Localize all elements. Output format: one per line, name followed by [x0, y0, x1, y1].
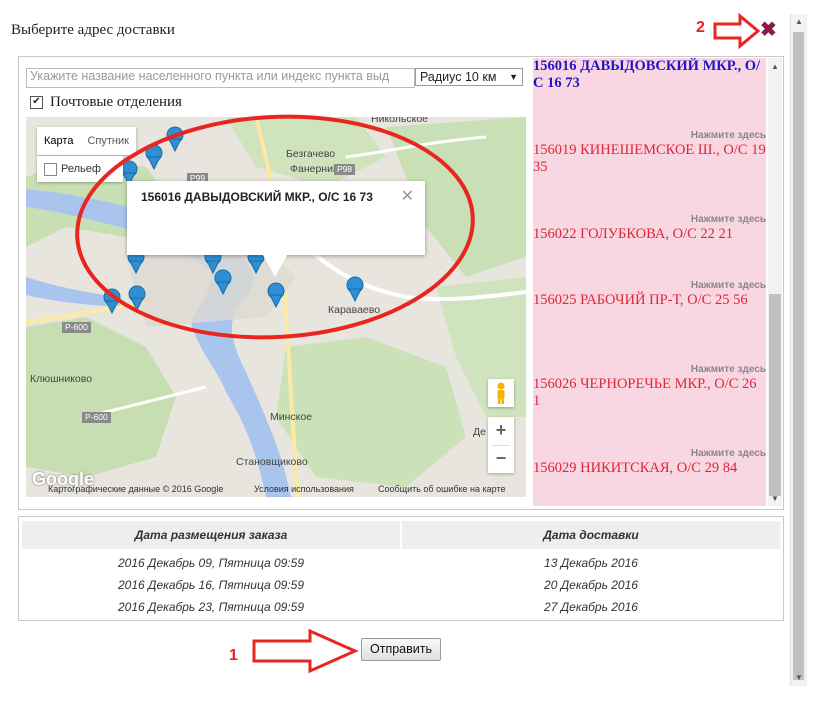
scroll-down-arrow-icon[interactable]: ▼ [771, 494, 779, 503]
page-scrollbar-thumb[interactable] [793, 32, 804, 680]
map-marker-icon [103, 288, 121, 315]
relief-checkbox[interactable] [44, 163, 57, 176]
zoom-control: + − [488, 417, 514, 473]
scroll-up-arrow-icon[interactable]: ▲ [771, 62, 779, 71]
address-item[interactable]: 156025 РАБОЧИЙ ПР-Т, О/С 25 56 [533, 292, 766, 309]
postal-offices-label: Почтовые отделения [50, 94, 182, 110]
annotation-arrow-icon [252, 628, 359, 674]
address-item[interactable]: 156029 НИКИТСКАЯ, О/С 29 84 [533, 460, 766, 477]
relief-label: Рельеф [61, 163, 101, 175]
street-view-pegman-icon[interactable] [488, 379, 514, 407]
address-hint[interactable]: Нажмите здесь [691, 448, 766, 459]
report-error-link[interactable]: Сообщить об ошибке на карте [378, 484, 505, 494]
address-list-scrollbar-thumb[interactable] [769, 294, 781, 496]
map-marker-icon [128, 285, 146, 312]
attribution-text: Картографические данные © 2016 Google [48, 484, 224, 494]
table-cell: 20 Декабрь 2016 [544, 578, 638, 592]
address-item-selected[interactable]: 156016 ДАВЫДОВСКИЙ МКР., О/С 16 73 [533, 58, 766, 92]
tab-map[interactable]: Карта [37, 127, 80, 155]
address-item[interactable]: 156026 ЧЕРНОРЕЧЬЕ МКР., О/С 26 1 [533, 376, 766, 410]
search-input[interactable]: Укажите название населенного пункта или … [26, 68, 415, 88]
address-item[interactable]: 156019 КИНЕШЕМСКОЕ Ш., О/С 19 35 [533, 142, 766, 176]
scroll-up-arrow-icon[interactable]: ▲ [795, 18, 803, 26]
table-cell: 27 Декабрь 2016 [544, 600, 638, 614]
pegman-icon [497, 382, 505, 404]
map-marker-icon [346, 276, 364, 303]
close-icon[interactable]: ✖ [760, 20, 777, 40]
tab-satellite[interactable]: Спутник [80, 127, 135, 155]
table-header: Дата размещения заказа [22, 521, 400, 549]
submit-button[interactable]: Отправить [361, 638, 441, 661]
chevron-down-icon: ▼ [509, 72, 518, 82]
address-hint[interactable]: Нажмите здесь [691, 280, 766, 291]
address-hint[interactable]: Нажмите здесь [691, 214, 766, 225]
zoom-in-button[interactable]: + [488, 417, 514, 445]
annotation-number: 1 [229, 647, 238, 664]
infowindow-text: 156016 ДАВЫДОВСКИЙ МКР., О/С 16 73 [141, 190, 373, 204]
page-scrollbar[interactable]: ▲ ▼ [790, 14, 807, 686]
annotation-number: 2 [696, 19, 705, 36]
table-cell: 2016 Декабрь 16, Пятница 09:59 [118, 578, 304, 592]
table-header: Дата доставки [402, 521, 780, 549]
map-type-control: Карта Спутник [37, 127, 136, 155]
address-hint[interactable]: Нажмите здесь [691, 364, 766, 375]
infowindow-tail [263, 255, 287, 277]
relief-toggle[interactable]: Рельеф [37, 156, 123, 182]
infowindow-close-icon[interactable]: ✕ [401, 186, 414, 206]
postal-offices-checkbox[interactable]: ✔ [30, 96, 43, 109]
map-view[interactable]: Никольское Безгачево Фанерник Караваево … [26, 117, 526, 497]
map-infowindow: 156016 ДАВЫДОВСКИЙ МКР., О/С 16 73 ✕ [127, 181, 425, 255]
address-hint[interactable]: Нажмите здесь [691, 130, 766, 141]
map-attribution: Картографические данные © 2016 Google Ус… [26, 481, 526, 497]
table-cell: 13 Декабрь 2016 [544, 556, 638, 570]
table-cell: 2016 Декабрь 23, Пятница 09:59 [118, 600, 304, 614]
map-marker-icon [214, 269, 232, 296]
map-marker-icon [166, 126, 184, 153]
radius-select[interactable]: Радиус 10 км ▼ [415, 68, 523, 86]
annotation-arrow-icon [713, 12, 761, 50]
address-item[interactable]: 156022 ГОЛУБКОВА, О/С 22 21 [533, 226, 766, 243]
table-cell: 2016 Декабрь 09, Пятница 09:59 [118, 556, 304, 570]
map-marker-icon [145, 144, 163, 171]
zoom-out-button[interactable]: − [488, 445, 514, 473]
map-marker-icon [267, 282, 285, 309]
address-list-scrollbar[interactable]: ▲ ▼ [768, 58, 782, 506]
terms-link[interactable]: Условия использования [254, 484, 354, 494]
radius-value: Радиус 10 км [420, 70, 497, 84]
scroll-down-arrow-icon[interactable]: ▼ [795, 674, 803, 682]
address-list: 156016 ДАВЫДОВСКИЙ МКР., О/С 16 73 Нажми… [533, 58, 766, 506]
dialog-title: Выберите адрес доставки [11, 22, 175, 38]
